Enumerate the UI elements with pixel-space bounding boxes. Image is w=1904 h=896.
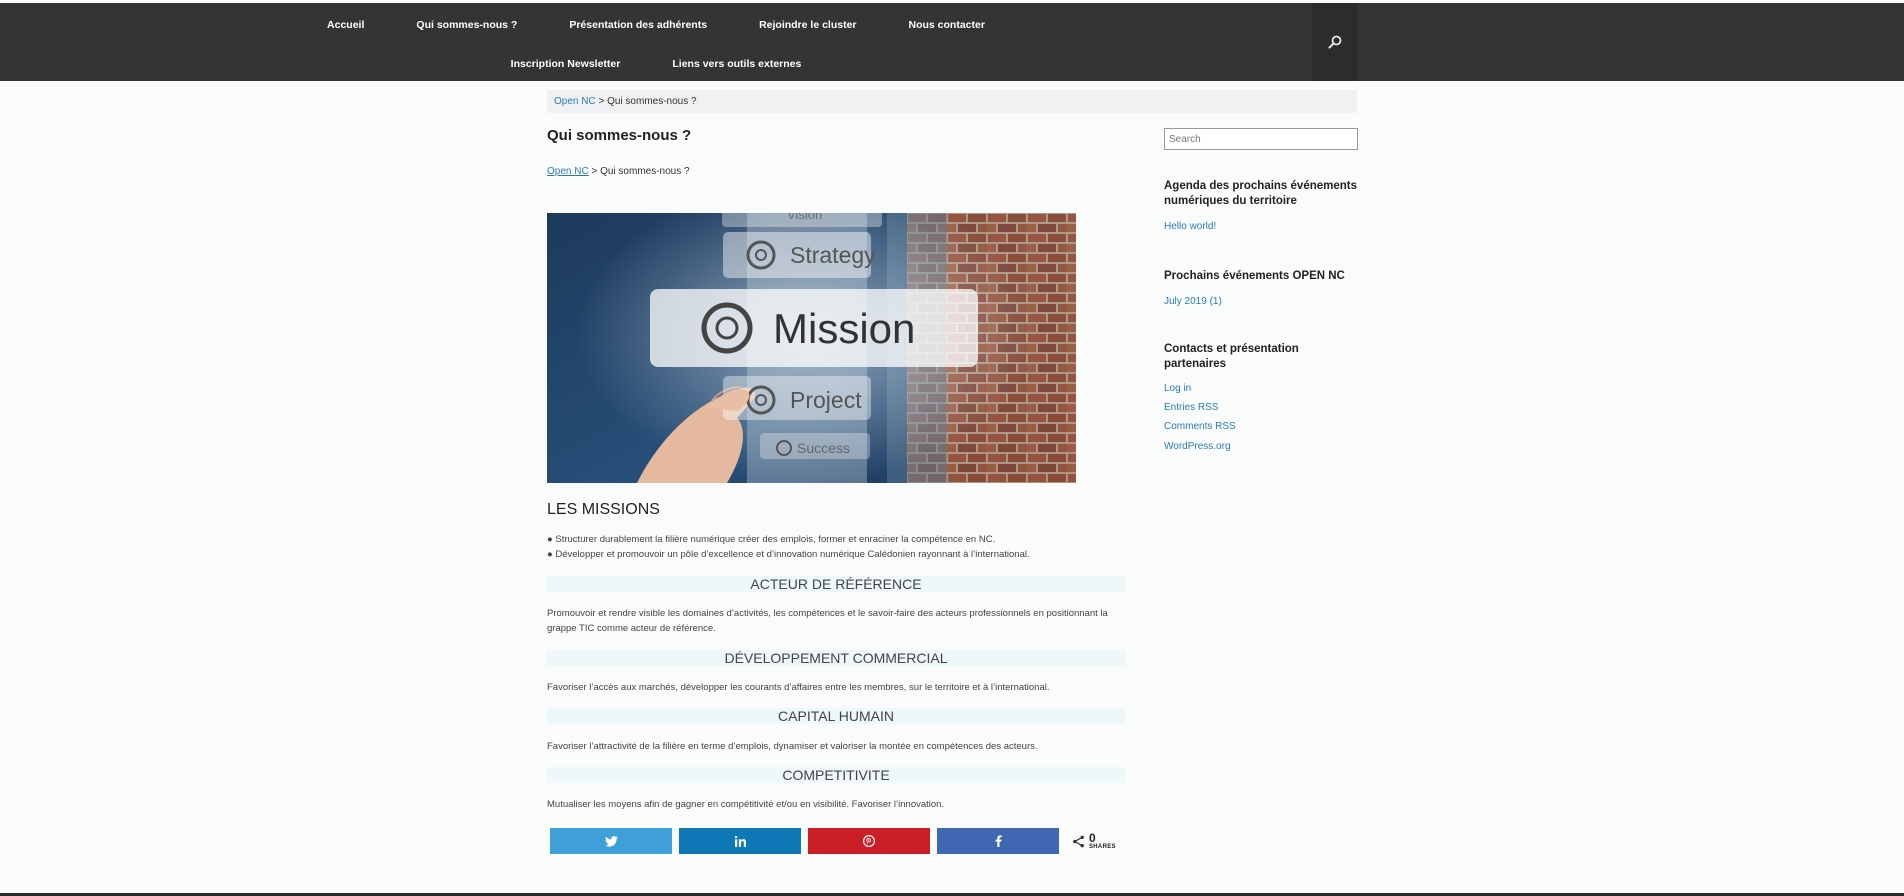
share-twitter-button[interactable] [550,828,672,854]
share-icon [1073,835,1084,847]
nav-item-rejoindre-cluster[interactable]: Rejoindre le cluster [759,19,856,31]
nav-menu: Accueil Qui sommes-nous ? Présentation d… [0,3,1312,81]
widget-link-comments-rss[interactable]: Comments RSS [1164,421,1236,432]
breadcrumb: Open NC > Qui sommes-nous ? [547,90,1357,113]
nav-row-1: Accueil Qui sommes-nous ? Présentation d… [0,5,1312,44]
main-navbar: Accueil Qui sommes-nous ? Présentation d… [0,3,1904,81]
section-title-acteur: ACTEUR DE RÉFÉRENCE [547,576,1125,592]
widget-title-prochains-evenements: Prochains événements OPEN NC [1164,270,1345,282]
pinterest-icon [863,835,875,847]
widget-title-contacts: Contacts et présentation partenaires [1164,343,1299,370]
missions-bullet-2: ● Développer et promouvoir un pôle d’exc… [547,549,1030,560]
section-title-competitivite: COMPETITIVITE [547,767,1125,783]
widget-link-wordpress-org[interactable]: WordPress.org [1164,441,1231,452]
section-title-developpement: DÉVELOPPEMENT COMMERCIAL [547,650,1125,666]
section-text-competitivite: Mutualiser les moyens afin de gagner en … [547,799,945,810]
hero-word-mission: Mission [773,305,915,352]
nav-row-2: Inscription Newsletter Liens vers outils… [0,44,1312,83]
search-icon [1328,35,1342,49]
inline-breadcrumb-separator: > [588,166,601,177]
breadcrumb-home-link[interactable]: Open NC [554,96,596,107]
widget-title-agenda: Agenda des prochains événements numériqu… [1164,180,1358,207]
widget-link-hello-world[interactable]: Hello world! [1164,221,1216,232]
missions-list: ● Structurer durablement la filière numé… [547,532,1030,562]
nav-search-button[interactable] [1312,3,1358,81]
share-bar: 0 SHARES [550,828,1116,854]
inline-breadcrumb-current: Qui sommes-nous ? [600,166,690,177]
share-facebook-button[interactable] [937,828,1059,854]
nav-item-nous-contacter[interactable]: Nous contacter [909,19,985,31]
twitter-icon [604,835,618,847]
inline-breadcrumb: Open NC > Qui sommes-nous ? [547,166,690,177]
missions-heading: LES MISSIONS [547,501,660,518]
page-title: Qui sommes-nous ? [547,127,692,144]
hero-word-strategy: Strategy [790,242,876,268]
nav-item-qui-sommes-nous[interactable]: Qui sommes-nous ? [416,19,517,31]
section-title-capital-humain: CAPITAL HUMAIN [547,708,1125,724]
share-pinterest-button[interactable] [808,828,930,854]
section-text-acteur: Promouvoir et rendre visible les domaine… [547,608,1108,634]
breadcrumb-current: Qui sommes-nous ? [607,96,697,107]
hero-word-top: Vision [787,213,822,222]
sidebar-search-input[interactable] [1164,128,1358,150]
widget-link-entries-rss[interactable]: Entries RSS [1164,402,1218,413]
widget-link-july-2019[interactable]: July 2019 (1) [1164,296,1222,307]
facebook-icon [995,835,1002,847]
missions-bullet-1: ● Structurer durablement la filière numé… [547,534,996,545]
breadcrumb-separator: > [595,96,608,107]
nav-item-presentation-adherents[interactable]: Présentation des adhérents [569,19,707,31]
share-count-number: 0 [1089,830,1096,845]
section-text-capital-humain: Favoriser l’attractivité de la filière e… [547,741,1038,752]
share-linkedin-button[interactable] [679,828,801,854]
share-count-label: SHARES [1089,843,1116,850]
nav-item-liens-outils-externes[interactable]: Liens vers outils externes [672,58,801,70]
section-text-developpement: Favoriser l’accès aux marchés, développe… [547,682,1050,693]
widget-link-log-in[interactable]: Log in [1164,383,1191,394]
hero-word-success: Success [797,440,850,456]
hero-word-project: Project [790,387,862,413]
nav-item-inscription-newsletter[interactable]: Inscription Newsletter [511,58,621,70]
hero-image: Vision Strategy Mission Project Success [547,213,1076,483]
hero-illustration: Vision Strategy Mission Project Success [547,213,1076,483]
inline-breadcrumb-home-link[interactable]: Open NC [547,166,589,177]
linkedin-icon [734,835,746,847]
share-counter: 0 SHARES [1072,830,1116,850]
nav-item-accueil[interactable]: Accueil [327,19,364,31]
